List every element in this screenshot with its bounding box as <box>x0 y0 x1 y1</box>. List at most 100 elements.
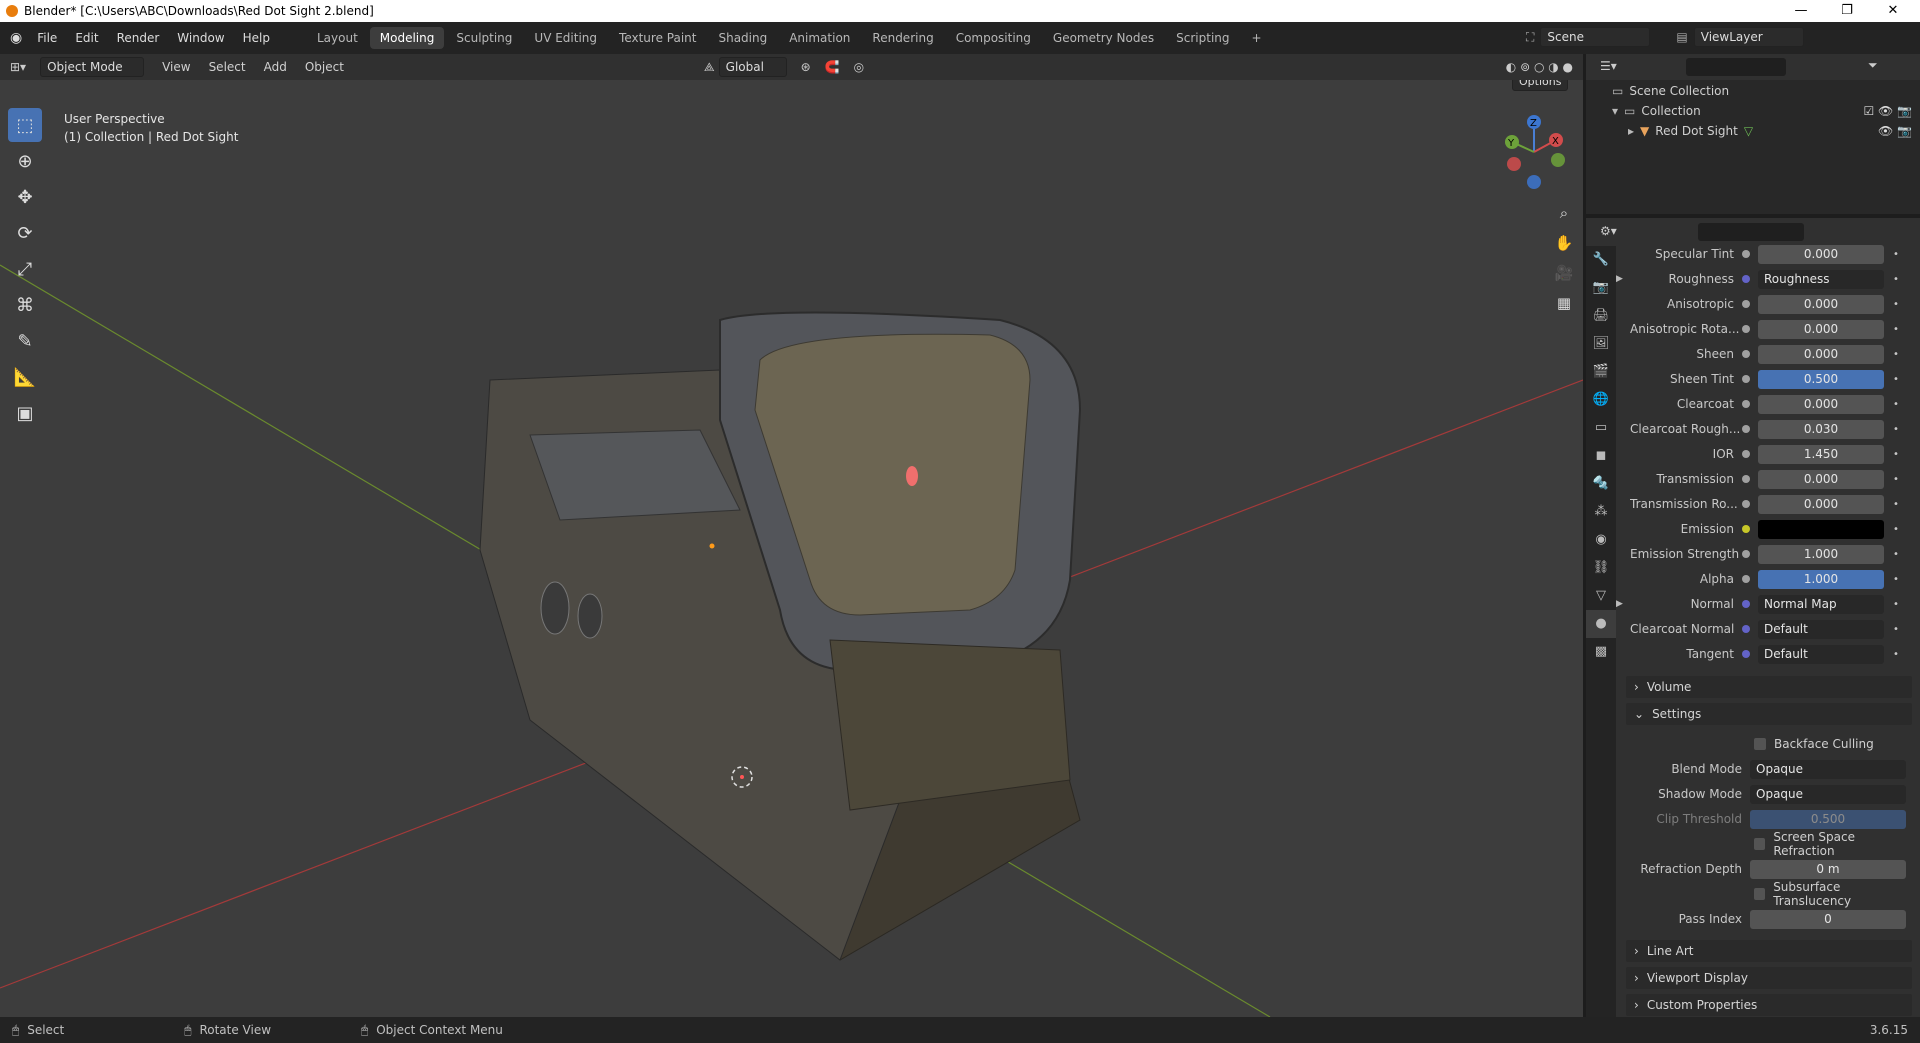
texture-tab-icon[interactable]: ▩ <box>1586 638 1616 666</box>
expand-arrow-icon[interactable]: ▸ <box>1628 124 1634 138</box>
socket-icon[interactable] <box>1742 350 1750 358</box>
keyframe-dot-icon[interactable]: • <box>1888 274 1904 285</box>
constraints-tab-icon[interactable]: ⛓ <box>1586 554 1616 582</box>
3d-viewport[interactable]: User Perspective (1) Collection | Red Do… <box>0 80 1583 1017</box>
keyframe-dot-icon[interactable]: • <box>1888 324 1904 335</box>
outliner-search-input[interactable] <box>1686 58 1786 76</box>
property-value-field[interactable]: Default <box>1758 619 1884 639</box>
tab-sculpting[interactable]: Sculpting <box>446 27 522 49</box>
menu-edit[interactable]: Edit <box>66 31 107 45</box>
collection-tab-icon[interactable]: ▭ <box>1586 414 1616 442</box>
data-tab-icon[interactable]: ▽ <box>1586 582 1616 610</box>
keyframe-dot-icon[interactable]: • <box>1888 249 1904 260</box>
socket-icon[interactable] <box>1742 450 1750 458</box>
viewport-display-section[interactable]: › Viewport Display <box>1626 967 1912 989</box>
ssr-checkbox[interactable] <box>1754 838 1766 850</box>
property-value-field[interactable]: 1.450 <box>1758 444 1884 464</box>
particles-tab-icon[interactable]: ⁂ <box>1586 498 1616 526</box>
options-button[interactable]: Options <box>1512 80 1569 91</box>
tab-rendering[interactable]: Rendering <box>862 27 943 49</box>
keyframe-dot-icon[interactable]: • <box>1888 474 1904 485</box>
collapse-arrow-icon[interactable]: ▾ <box>1612 104 1618 118</box>
menu-view[interactable]: View <box>162 60 190 74</box>
custom-properties-section[interactable]: › Custom Properties <box>1626 994 1912 1016</box>
expand-arrow-icon[interactable]: ▶ <box>1616 274 1630 284</box>
add-cube-tool-icon[interactable]: ▣ <box>8 396 42 430</box>
socket-icon[interactable] <box>1742 425 1750 433</box>
minimize-icon[interactable]: — <box>1778 0 1824 22</box>
menu-render[interactable]: Render <box>108 31 169 45</box>
proportional-edit-icon[interactable]: ◎ <box>854 60 864 74</box>
snap-icon[interactable]: 🧲 <box>825 60 840 74</box>
outliner-display-icon[interactable]: ☰▾ <box>1600 59 1617 73</box>
pivot-icon[interactable]: ⊛ <box>801 60 811 74</box>
property-value-field[interactable]: Default <box>1758 644 1884 664</box>
outliner-collection-row[interactable]: ▾ ▭ Collection ☑ 👁 📷 <box>1612 104 1912 118</box>
socket-icon[interactable] <box>1742 400 1750 408</box>
expand-arrow-icon[interactable]: ▶ <box>1616 599 1630 609</box>
settings-section[interactable]: ⌄ Settings <box>1626 703 1912 725</box>
socket-icon[interactable] <box>1742 325 1750 333</box>
tab-uv-editing[interactable]: UV Editing <box>524 27 607 49</box>
tab-animation[interactable]: Animation <box>779 27 860 49</box>
volume-section[interactable]: › Volume <box>1626 676 1912 698</box>
maximize-icon[interactable]: ❐ <box>1824 0 1870 22</box>
menu-help[interactable]: Help <box>234 31 279 45</box>
property-value-field[interactable]: 0.000 <box>1758 469 1884 489</box>
tab-modeling[interactable]: Modeling <box>369 27 445 49</box>
property-value-field[interactable]: 1.000 <box>1758 569 1884 589</box>
property-value-field[interactable] <box>1758 519 1884 539</box>
refraction-depth-field[interactable]: 0 m <box>1750 859 1906 879</box>
line-art-section[interactable]: › Line Art <box>1626 940 1912 962</box>
keyframe-dot-icon[interactable]: • <box>1888 449 1904 460</box>
backface-culling-row[interactable]: Backface Culling <box>1626 733 1912 755</box>
properties-editor-icon[interactable]: ⚙▾ <box>1600 224 1617 238</box>
tab-texture-paint[interactable]: Texture Paint <box>609 27 706 49</box>
menu-object[interactable]: Object <box>305 60 344 74</box>
property-value-field[interactable]: 0.030 <box>1758 419 1884 439</box>
material-tab-icon[interactable]: ● <box>1586 610 1616 638</box>
keyframe-dot-icon[interactable]: • <box>1888 599 1904 610</box>
pass-index-field[interactable]: 0 <box>1750 909 1906 929</box>
tool-tab-icon[interactable]: 🔧 <box>1586 246 1616 274</box>
move-tool-icon[interactable]: ✥ <box>8 180 42 214</box>
physics-tab-icon[interactable]: ◉ <box>1586 526 1616 554</box>
visibility-icons[interactable]: ☑ 👁 📷 <box>1863 104 1912 118</box>
tab-layout[interactable]: Layout <box>307 27 368 49</box>
socket-icon[interactable] <box>1742 300 1750 308</box>
modifier-tab-icon[interactable]: 🔩 <box>1586 470 1616 498</box>
socket-icon[interactable] <box>1742 250 1750 258</box>
clip-threshold-field[interactable]: 0.500 <box>1750 809 1906 829</box>
keyframe-dot-icon[interactable]: • <box>1888 549 1904 560</box>
editor-type-icon[interactable]: ⊞▾ <box>10 60 26 74</box>
property-value-field[interactable]: 0.000 <box>1758 494 1884 514</box>
socket-icon[interactable] <box>1742 650 1750 658</box>
sss-checkbox[interactable] <box>1754 888 1766 900</box>
menu-add[interactable]: Add <box>264 60 287 74</box>
keyframe-dot-icon[interactable]: • <box>1888 624 1904 635</box>
object-tab-icon[interactable]: ◼ <box>1586 442 1616 470</box>
orientation-selector[interactable]: Global <box>718 57 787 77</box>
camera-view-icon[interactable]: 🎥 <box>1552 258 1576 288</box>
property-value-field[interactable]: 0.000 <box>1758 344 1884 364</box>
properties-search-input[interactable] <box>1698 223 1804 241</box>
backface-culling-checkbox[interactable] <box>1754 738 1766 750</box>
keyframe-dot-icon[interactable]: • <box>1888 649 1904 660</box>
property-value-field[interactable]: Normal Map <box>1758 594 1884 614</box>
transform-tool-icon[interactable]: ⌘ <box>8 288 42 322</box>
socket-icon[interactable] <box>1742 600 1750 608</box>
keyframe-dot-icon[interactable]: • <box>1888 399 1904 410</box>
ortho-grid-icon[interactable]: ▦ <box>1552 288 1576 318</box>
property-value-field[interactable]: 0.000 <box>1758 394 1884 414</box>
socket-icon[interactable] <box>1742 375 1750 383</box>
blend-mode-dropdown[interactable]: Opaque <box>1750 759 1906 779</box>
object-visibility-icons[interactable]: 👁 📷 <box>1878 124 1912 138</box>
select-box-icon[interactable]: ⬚ <box>8 108 42 142</box>
property-value-field[interactable]: 0.000 <box>1758 244 1884 264</box>
keyframe-dot-icon[interactable]: • <box>1888 524 1904 535</box>
tab-scripting[interactable]: Scripting <box>1166 27 1239 49</box>
pan-hand-icon[interactable]: ✋ <box>1552 228 1576 258</box>
socket-icon[interactable] <box>1742 275 1750 283</box>
overlays-icon[interactable]: ◐ ⊚ ○ ◑ ● <box>1506 60 1573 74</box>
view-layer-tab-icon[interactable]: 🖼 <box>1586 330 1616 358</box>
